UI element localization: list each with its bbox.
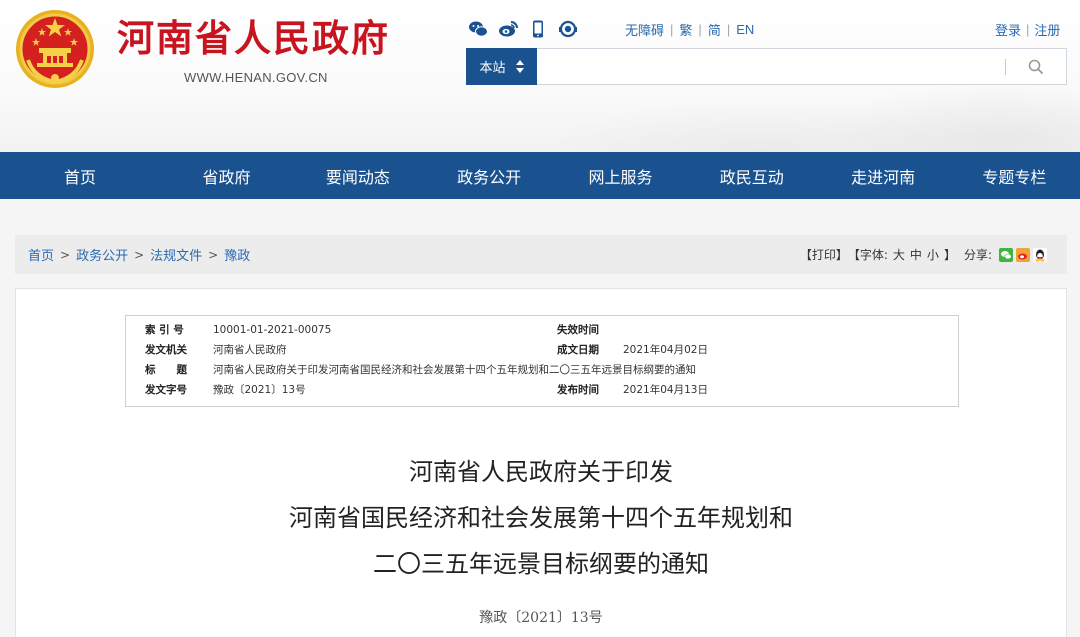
national-emblem-icon[interactable] (14, 8, 96, 90)
site-name[interactable]: 河南省人民政府 (117, 15, 390, 63)
login-link[interactable]: 登录 (995, 20, 1021, 39)
document-title: 河南省人民政府关于印发 河南省国民经济和社会发展第十四个五年规划和 二〇三五年远… (16, 449, 1066, 587)
search-scope-label: 本站 (479, 59, 506, 75)
site-header: 河南省人民政府 WWW.HENAN.GOV.CN 无障碍 | 繁 | 简 | E… (0, 0, 1080, 152)
wechat-share-icon[interactable] (999, 247, 1013, 262)
nav-item-government-affairs[interactable]: 政务公开 (423, 152, 554, 199)
document-title-line: 二〇三五年远景目标纲要的通知 (373, 550, 709, 578)
divider: | (670, 22, 674, 37)
nav-item-online-services[interactable]: 网上服务 (555, 152, 686, 199)
divider: | (1026, 22, 1030, 37)
metadata-row: 发文字号 豫政〔2021〕13号 发布时间 2021年04月13日 (126, 380, 958, 399)
search-input[interactable] (537, 49, 1005, 84)
metadata-row: 发文机关 河南省人民政府 成文日期 2021年04月02日 (126, 340, 958, 359)
written-date-value: 2021年04月02日 (623, 344, 708, 356)
metadata-row: 标 题 河南省人民政府关于印发河南省国民经济和社会发展第十四个五年规划和二〇三五… (126, 360, 958, 379)
breadcrumb: 首页 > 政务公开 > 法规文件 > 豫政 (15, 245, 250, 265)
main-nav: 首页 省政府 要闻动态 政务公开 网上服务 政民互动 走进河南 专题专栏 (0, 152, 1080, 199)
breadcrumb-government-affairs[interactable]: 政务公开 (76, 245, 128, 264)
share-label: 分享: (963, 248, 992, 262)
font-size-label: 【字体: (847, 248, 888, 262)
document-number-label: 发文字号 (145, 384, 187, 396)
register-link[interactable]: 注册 (1034, 20, 1060, 39)
publish-date-label: 发布时间 (557, 384, 599, 396)
page-tools: 【打印】 【字体: 大 中 小 】 分享: (800, 235, 1047, 274)
font-size-close: 】 (943, 248, 956, 262)
index-number-value: 10001-01-2021-00075 (213, 323, 332, 336)
breadcrumb-yuzheng[interactable]: 豫政 (224, 245, 250, 264)
nav-item-interaction[interactable]: 政民互动 (686, 152, 817, 199)
user-links: 登录 | 注册 (995, 20, 1060, 39)
document-number-value: 豫政〔2021〕13号 (213, 384, 306, 396)
social-icons (468, 18, 578, 40)
search-icon (1028, 59, 1044, 74)
document-title-line: 河南省人民政府关于印发 (409, 458, 673, 486)
traditional-chinese-link[interactable]: 繁 (679, 20, 692, 39)
breadcrumb-separator: > (134, 247, 145, 262)
written-date-label: 成文日期 (557, 344, 599, 356)
issuer-label: 发文机关 (145, 344, 187, 356)
divider: | (698, 22, 702, 37)
qq-share-icon[interactable] (1033, 247, 1047, 262)
app-icon[interactable] (558, 18, 578, 40)
nav-item-about-henan[interactable]: 走进河南 (817, 152, 948, 199)
nav-item-provincial-government[interactable]: 省政府 (161, 152, 292, 199)
weibo-icon[interactable] (498, 18, 518, 40)
document-metadata-table: 索 引 号 10001-01-2021-00075 失效时间 发文机关 河南省人… (125, 315, 959, 407)
font-large-button[interactable]: 大 (893, 246, 905, 263)
mobile-icon[interactable] (528, 18, 548, 40)
metadata-row: 索 引 号 10001-01-2021-00075 失效时间 (126, 320, 958, 339)
breadcrumb-separator: > (60, 247, 71, 262)
weibo-share-icon[interactable] (1016, 247, 1030, 262)
issuer-value: 河南省人民政府 (213, 344, 287, 356)
nav-item-special-topics[interactable]: 专题专栏 (949, 152, 1080, 199)
document-title-line: 河南省国民经济和社会发展第十四个五年规划和 (289, 504, 793, 532)
wechat-icon[interactable] (468, 18, 488, 40)
search-box: 本站 (466, 47, 1067, 85)
sort-arrows-icon (515, 59, 524, 73)
top-links: 无障碍 | 繁 | 简 | EN (625, 20, 754, 39)
title-value: 河南省人民政府关于印发河南省国民经济和社会发展第十四个五年规划和二〇三五年远景目… (213, 364, 696, 376)
english-link[interactable]: EN (736, 22, 754, 37)
simplified-chinese-link[interactable]: 简 (708, 20, 721, 39)
publish-date-value: 2021年04月13日 (623, 384, 708, 396)
share-icons (999, 247, 1047, 262)
expiry-label: 失效时间 (557, 324, 599, 336)
site-url: WWW.HENAN.GOV.CN (184, 70, 328, 85)
nav-item-news[interactable]: 要闻动态 (292, 152, 423, 199)
print-button[interactable]: 【打印】 (800, 246, 848, 263)
search-button[interactable] (1006, 49, 1066, 84)
font-small-button[interactable]: 小 (927, 246, 939, 263)
breadcrumb-separator: > (208, 247, 219, 262)
breadcrumb-home[interactable]: 首页 (28, 245, 54, 264)
article-content: 索 引 号 10001-01-2021-00075 失效时间 发文机关 河南省人… (15, 288, 1067, 637)
breadcrumb-regulations[interactable]: 法规文件 (150, 245, 202, 264)
document-number: 豫政〔2021〕13号 (479, 610, 603, 626)
accessibility-link[interactable]: 无障碍 (625, 20, 664, 39)
nav-item-home[interactable]: 首页 (0, 152, 161, 199)
index-number-label: 索 引 号 (145, 324, 184, 336)
divider: | (726, 22, 731, 37)
search-scope-select[interactable]: 本站 (466, 47, 537, 85)
breadcrumb-bar: 首页 > 政务公开 > 法规文件 > 豫政 【打印】 【字体: 大 中 小 】 … (15, 235, 1067, 274)
title-label: 标 题 (145, 364, 187, 376)
font-medium-button[interactable]: 中 (910, 246, 922, 263)
